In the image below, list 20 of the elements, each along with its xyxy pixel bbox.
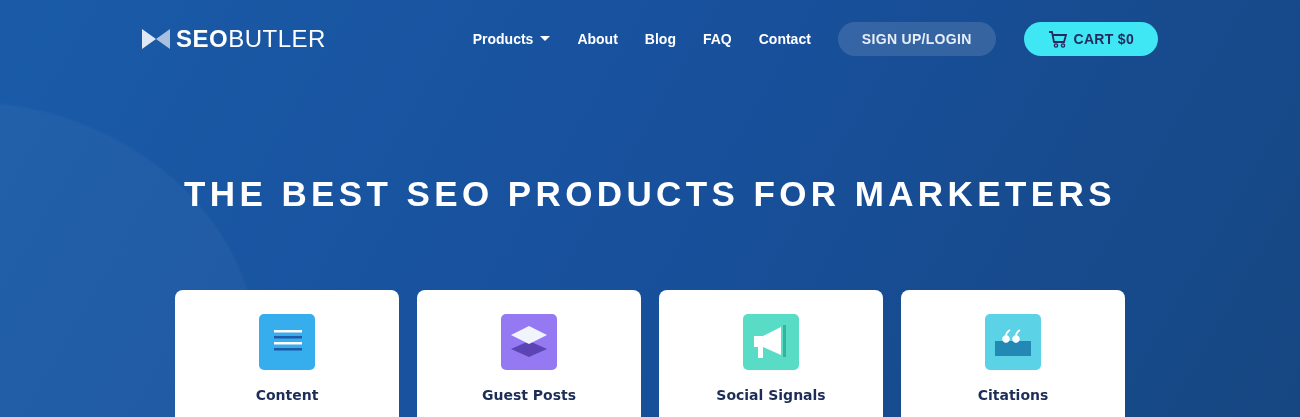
product-label: Citations bbox=[977, 387, 1049, 403]
nav-link[interactable]: FAQ bbox=[702, 31, 732, 47]
seobutler-logo[interactable]: SEOBUTLER bbox=[142, 25, 326, 53]
product-card[interactable]: Social Signals bbox=[659, 290, 883, 417]
nav-link[interactable]: Products bbox=[472, 31, 551, 47]
product-label: Social Signals bbox=[716, 387, 826, 403]
signup-login-button[interactable]: SIGN UP/LOGIN bbox=[837, 22, 996, 56]
product-label: Guest Posts bbox=[481, 387, 577, 403]
product-card[interactable]: Content bbox=[175, 290, 399, 417]
cart-button[interactable]: CART $0 bbox=[1023, 22, 1158, 56]
logo-text: SEOBUTLER bbox=[176, 25, 326, 53]
nav-link[interactable]: Blog bbox=[644, 31, 676, 47]
product-card[interactable]: Guest Posts bbox=[417, 290, 641, 417]
product-label: Content bbox=[255, 387, 319, 403]
bowtie-icon bbox=[142, 29, 170, 49]
product-card[interactable]: Citations bbox=[901, 290, 1125, 417]
hero-title: THE BEST SEO PRODUCTS FOR MARKETERS bbox=[184, 174, 1116, 214]
cart-icon bbox=[1047, 30, 1068, 48]
nav-link[interactable]: Contact bbox=[758, 31, 811, 47]
nav-link[interactable]: About bbox=[577, 31, 618, 47]
